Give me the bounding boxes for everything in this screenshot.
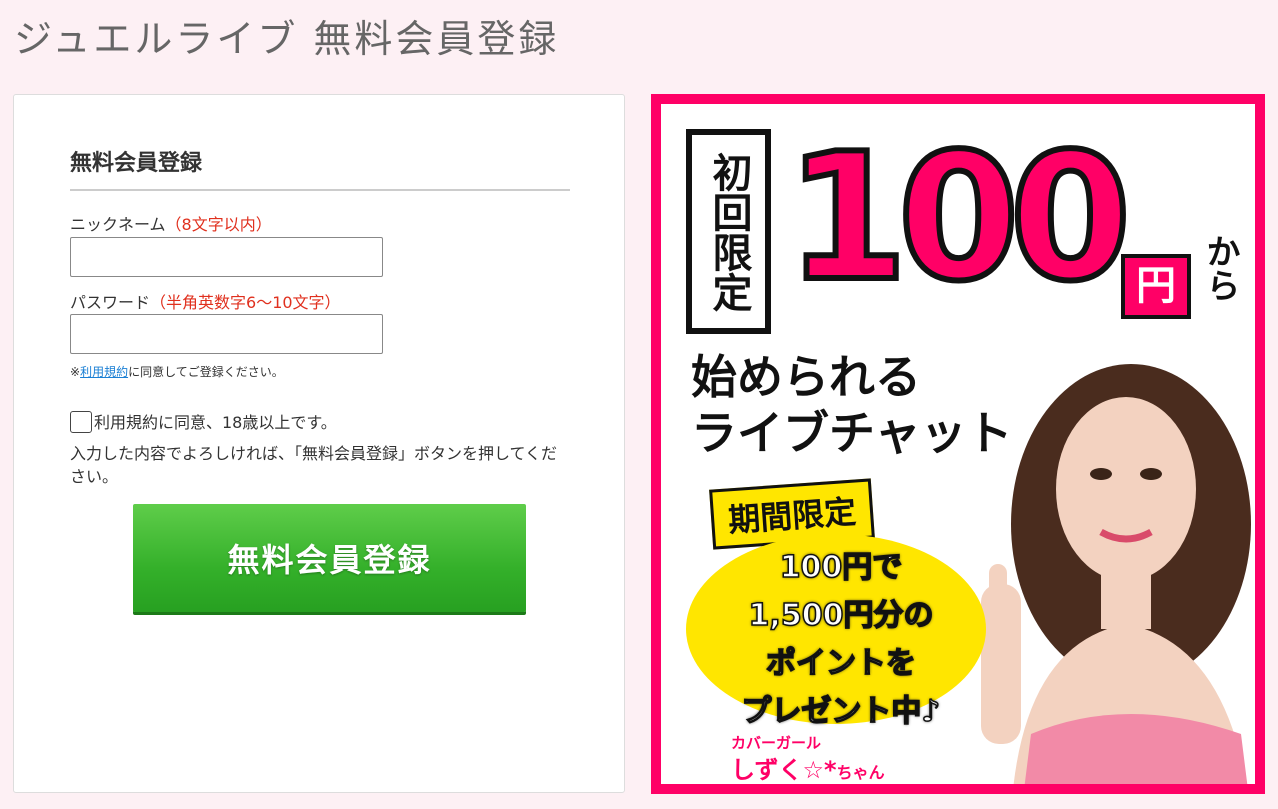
agree-label: 利用規約に同意、18歳以上です。 bbox=[94, 413, 337, 432]
ad-banner[interactable]: 初回限定 100 円 から 始められる ライブチャット 期間限定 100円で 1… bbox=[651, 94, 1265, 794]
ad-offer-line3: ポイントを bbox=[765, 645, 917, 682]
password-input[interactable] bbox=[70, 314, 383, 354]
ad-offer-line2: 1,500円分の bbox=[748, 597, 934, 634]
ad-yen: 円 bbox=[1121, 254, 1191, 319]
heading-divider bbox=[70, 189, 570, 191]
ad-banner-inner: 初回限定 100 円 から 始められる ライブチャット 期間限定 100円で 1… bbox=[661, 104, 1255, 784]
ad-offer-text: 100円で 1,500円分の ポイントを プレゼント中♪ bbox=[701, 544, 981, 736]
terms-note-prefix: ※ bbox=[70, 365, 81, 379]
nickname-input[interactable] bbox=[70, 237, 383, 277]
ad-price: 100 bbox=[783, 117, 1134, 320]
nickname-label: ニックネーム（8文字以内） bbox=[70, 211, 272, 235]
ad-offer-line1: 100円で bbox=[779, 549, 903, 586]
password-label-text: パスワード bbox=[70, 293, 151, 312]
password-label: パスワード（半角英数字6～10文字） bbox=[70, 289, 341, 313]
ad-cover-name-suffix: ちゃん bbox=[836, 763, 885, 782]
password-note: （半角英数字6～10文字） bbox=[150, 293, 341, 312]
ad-kara: から bbox=[1200, 234, 1240, 302]
nickname-label-text: ニックネーム bbox=[70, 215, 166, 234]
terms-note: ※利用規約に同意してご登録ください。 bbox=[70, 363, 284, 380]
terms-note-suffix: に同意してご登録ください。 bbox=[128, 365, 284, 379]
ad-offer-line4: プレゼント中♪ bbox=[741, 693, 942, 730]
ad-model-image bbox=[981, 364, 1251, 784]
nickname-note: （8文字以内） bbox=[165, 215, 272, 234]
agree-checkbox[interactable] bbox=[70, 411, 92, 433]
form-heading: 無料会員登録 bbox=[70, 151, 203, 176]
ad-cover-name: しずく☆*ちゃん bbox=[731, 750, 885, 784]
terms-link[interactable]: 利用規約 bbox=[80, 365, 128, 379]
ad-cover-name-text: しずく☆* bbox=[731, 756, 837, 784]
registration-form-panel: 無料会員登録 ニックネーム（8文字以内） パスワード（半角英数字6～10文字） … bbox=[13, 94, 625, 793]
instruction-text: 入力した内容でよろしければ、「無料会員登録」ボタンを押してください。 bbox=[70, 444, 558, 486]
page-title: ジュエルライブ 無料会員登録 bbox=[14, 17, 560, 61]
agree-row[interactable]: 利用規約に同意、18歳以上です。 bbox=[70, 409, 337, 433]
ad-badge: 初回限定 bbox=[686, 129, 771, 334]
submit-button[interactable]: 無料会員登録 bbox=[133, 504, 526, 612]
